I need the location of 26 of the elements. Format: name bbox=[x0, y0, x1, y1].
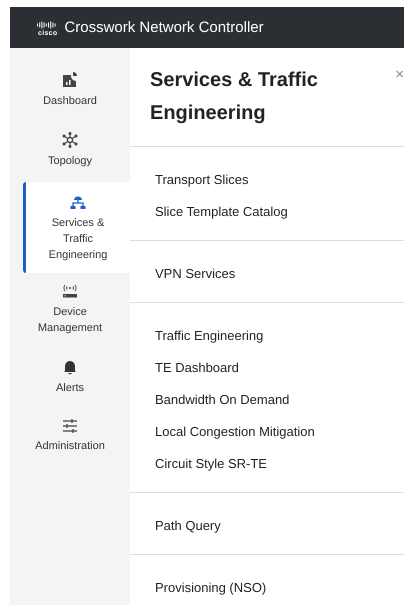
panel-title: Services & Traffic Engineering bbox=[150, 68, 319, 126]
menu-link[interactable]: Slice Template Catalog bbox=[155, 196, 288, 228]
nav-item[interactable]: Dashboard bbox=[10, 62, 130, 122]
sliders-icon bbox=[62, 419, 78, 433]
dashboard-icon bbox=[62, 72, 78, 88]
menu-link[interactable]: TE Dashboard bbox=[155, 352, 239, 384]
menu-link[interactable]: VPN Services bbox=[155, 258, 236, 290]
nav-item[interactable]: Administration bbox=[10, 409, 130, 467]
logo-icon bbox=[37, 21, 57, 30]
bell-icon bbox=[62, 359, 78, 375]
nav-item[interactable]: Alerts bbox=[10, 349, 130, 409]
hierarchy-icon bbox=[70, 194, 86, 210]
menu-link[interactable]: Circuit Style SR-TE bbox=[155, 448, 267, 480]
menu-link[interactable]: Transport Slices bbox=[155, 164, 248, 196]
nav-item[interactable]: Device Management bbox=[10, 273, 130, 349]
menu-link[interactable]: Path Query bbox=[155, 510, 221, 542]
menu-link[interactable]: Local Congestion Mitigation bbox=[155, 416, 315, 448]
network-icon bbox=[62, 132, 78, 148]
menu-link[interactable]: Traffic Engineering bbox=[155, 320, 264, 352]
menu-link[interactable]: Bandwidth On Demand bbox=[155, 384, 290, 416]
app-title: Crosswork Network Controller bbox=[64, 19, 264, 36]
close-button[interactable]: × bbox=[391, 66, 404, 83]
menu-link[interactable]: Provisioning (NSO) bbox=[155, 572, 266, 604]
nav-item[interactable]: Services & Traffic Engineering bbox=[23, 182, 130, 273]
router-icon bbox=[61, 283, 79, 299]
nav-item[interactable]: Topology bbox=[10, 122, 130, 182]
